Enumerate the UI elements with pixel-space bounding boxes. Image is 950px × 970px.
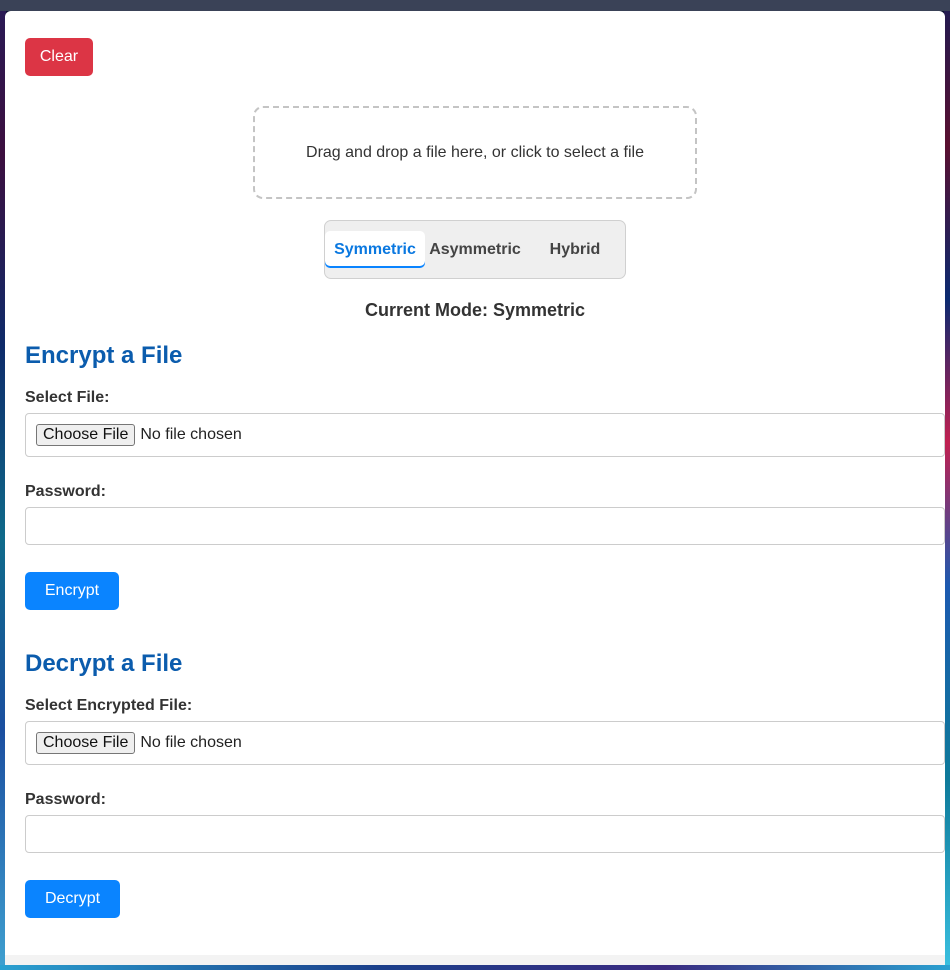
- decrypt-choose-file-button[interactable]: Choose File: [36, 732, 136, 754]
- mode-switch: Symmetric Asymmetric Hybrid: [324, 220, 626, 279]
- decrypt-password-field[interactable]: [25, 815, 945, 853]
- clear-button[interactable]: Clear: [25, 38, 93, 76]
- encrypt-password-field[interactable]: [25, 507, 945, 545]
- encrypt-button[interactable]: Encrypt: [25, 572, 119, 610]
- main-panel: Clear Drag and drop a file here, or clic…: [5, 11, 945, 965]
- encrypt-file-label: Select File:: [25, 389, 110, 406]
- encrypt-choose-file-button[interactable]: Choose File: [36, 424, 136, 446]
- dropzone-text: Drag and drop a file here, or click to s…: [306, 143, 644, 161]
- decrypt-file-input[interactable]: Choose File No file chosen: [25, 721, 945, 765]
- decrypt-password-label: Password:: [25, 791, 106, 808]
- encrypt-section-title: Encrypt a File: [25, 342, 183, 369]
- decrypt-file-label: Select Encrypted File:: [25, 697, 193, 714]
- decrypt-section-title: Decrypt a File: [25, 650, 183, 677]
- background-bottom-edge: [0, 965, 950, 970]
- tab-hybrid[interactable]: Hybrid: [525, 231, 625, 268]
- file-dropzone[interactable]: Drag and drop a file here, or click to s…: [253, 106, 697, 199]
- decrypt-file-status: No file chosen: [140, 734, 242, 751]
- tab-symmetric[interactable]: Symmetric: [325, 231, 425, 268]
- tab-asymmetric[interactable]: Asymmetric: [425, 231, 525, 268]
- encrypt-password-label: Password:: [25, 483, 106, 500]
- encrypt-file-status: No file chosen: [140, 426, 242, 443]
- panel-bottom-bar: [5, 955, 945, 965]
- current-mode-text: Current Mode: Symmetric: [364, 300, 586, 320]
- window-top-bar: [0, 0, 950, 11]
- decrypt-button[interactable]: Decrypt: [25, 880, 120, 918]
- encrypt-file-input[interactable]: Choose File No file chosen: [25, 413, 945, 457]
